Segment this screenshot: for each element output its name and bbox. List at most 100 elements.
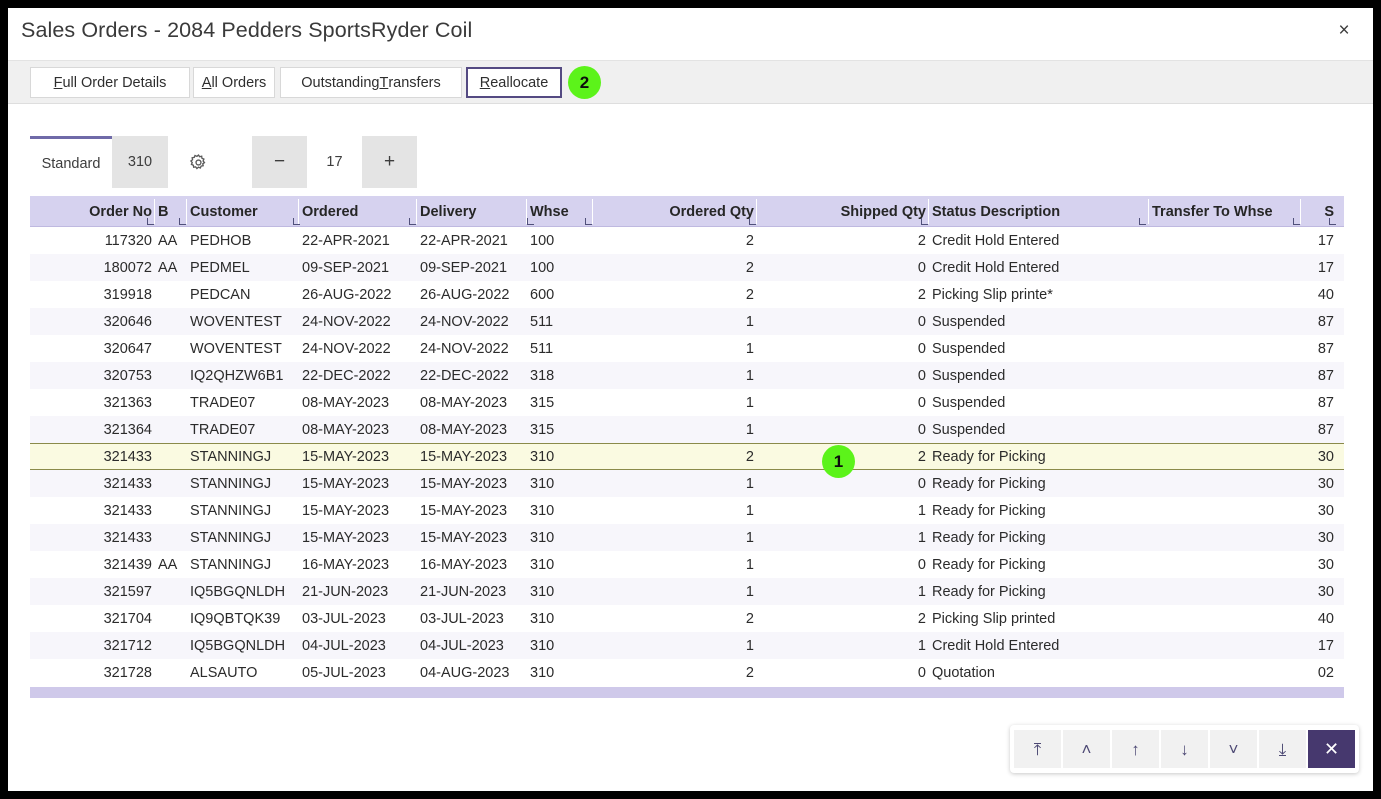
column-divider[interactable] <box>756 199 757 224</box>
table-row[interactable]: 180072 AA PEDMEL 09-SEP-2021 09-SEP-2021 100 2… <box>30 254 1344 281</box>
cell-status: Ready for Picking <box>932 583 1046 600</box>
column-filter-icon[interactable] <box>409 218 416 225</box>
column-divider[interactable] <box>1300 199 1301 224</box>
column-header-order-no[interactable]: Order No <box>40 196 154 227</box>
cell-ordered-qty: 1 <box>745 394 754 411</box>
selected-row[interactable]: 321433 STANNINGJ 15-MAY-2023 15-MAY-2023 310… <box>30 443 1344 470</box>
table-row[interactable]: 321433 STANNINGJ 15-MAY-2023 15-MAY-2023 310… <box>30 524 1344 551</box>
first-record-button[interactable]: ⤒ <box>1014 730 1061 768</box>
column-filter-icon[interactable] <box>147 218 154 225</box>
tab-accelerator-key: R <box>479 74 491 91</box>
cell-status: Ready for Picking <box>932 502 1046 519</box>
close-panel-button[interactable]: ✕ <box>1308 730 1355 768</box>
table-row[interactable]: 321363 TRADE07 08-MAY-2023 08-MAY-2023 315 1 0… <box>30 389 1344 416</box>
table-row[interactable]: 321728 ALSAUTO 05-JUL-2023 04-AUG-2023 310 2 0… <box>30 659 1344 686</box>
cell-transfer-to <box>1152 470 1298 497</box>
column-filter-icon[interactable] <box>585 218 592 225</box>
column-filter-icon[interactable] <box>921 218 928 225</box>
cell-transfer-to <box>1152 578 1298 605</box>
column-filter-icon[interactable] <box>1293 218 1300 225</box>
tab-full-order-details[interactable]: Full Order Details <box>30 67 190 98</box>
page-down-button[interactable]: ˅ <box>1210 730 1257 768</box>
cell-customer: PEDCAN <box>190 286 251 303</box>
rows-count-input[interactable]: 17 <box>307 136 362 188</box>
grid-body: 117320 AA PEDHOB 22-APR-2021 22-APR-2021 100 2… <box>30 227 1344 686</box>
cell-transfer-to <box>1152 524 1298 551</box>
cell-whse: 310 <box>530 529 555 546</box>
column-header-b[interactable]: B <box>158 196 186 227</box>
last-record-icon: ⤓ <box>1278 739 1287 759</box>
cell-whse: 511 <box>530 340 554 357</box>
column-header-ordered-qty[interactable]: Ordered Qty <box>596 196 756 227</box>
sales-orders-grid: Order No B Customer Ordered Delivery Whse Orde… <box>30 196 1344 686</box>
table-row[interactable]: 319918 PEDCAN 26-AUG-2022 26-AUG-2022 600 2 2 P… <box>30 281 1344 308</box>
cell-shipped-qty: 0 <box>917 259 926 276</box>
gear-icon[interactable] <box>168 136 228 188</box>
column-filter-icon[interactable] <box>1139 218 1146 225</box>
column-divider[interactable] <box>928 199 929 224</box>
table-row[interactable]: 321364 TRADE07 08-MAY-2023 08-MAY-2023 315 1 0… <box>30 416 1344 443</box>
tab-outstanding-transfers[interactable]: Outstanding Transfers <box>280 67 462 98</box>
column-filter-icon[interactable] <box>1329 218 1336 225</box>
tab-standard-view[interactable]: Standard <box>30 136 112 188</box>
cell-status: Quotation <box>932 664 995 681</box>
cell-b: AA <box>158 232 178 249</box>
column-divider[interactable] <box>416 199 417 224</box>
table-row[interactable]: 320753 IQ2QHZW6B1 22-DEC-2022 22-DEC-2022 31… <box>30 362 1344 389</box>
column-header-whse[interactable]: Whse <box>530 196 592 227</box>
increase-rows-button[interactable]: + <box>362 136 417 188</box>
table-row[interactable]: 321433 STANNINGJ 15-MAY-2023 15-MAY-2023 310… <box>30 470 1344 497</box>
column-header-s[interactable]: S <box>1304 196 1336 227</box>
cell-customer: STANNINGJ <box>190 475 272 492</box>
cell-ordered-qty: 1 <box>745 583 754 600</box>
tab-reallocate[interactable]: Reallocate <box>466 67 562 98</box>
cell-delivery: 16-MAY-2023 <box>420 556 508 573</box>
table-row[interactable]: 321597 IQ5BGQNLDH 21-JUN-2023 21-JUN-2023 31… <box>30 578 1344 605</box>
decrease-rows-button[interactable]: − <box>252 136 307 188</box>
tab-all-orders[interactable]: All Orders <box>193 67 275 98</box>
previous-record-button[interactable]: ↑ <box>1112 730 1159 768</box>
cell-delivery: 08-MAY-2023 <box>420 394 508 411</box>
column-divider[interactable] <box>154 199 155 224</box>
column-header-delivery[interactable]: Delivery <box>420 196 534 227</box>
cell-ordered: 03-JUL-2023 <box>302 610 386 627</box>
column-header-ordered[interactable]: Ordered <box>302 196 416 227</box>
cell-whse: 310 <box>530 502 555 519</box>
cell-b <box>158 281 184 308</box>
column-header-status[interactable]: Status Description <box>932 196 1146 227</box>
table-row[interactable]: 321704 IQ9QBTQK39 03-JUL-2023 03-JUL-2023 31… <box>30 605 1344 632</box>
table-row[interactable]: 320646 WOVENTEST 24-NOV-2022 24-NOV-2022 511… <box>30 308 1344 335</box>
table-row[interactable]: 117320 AA PEDHOB 22-APR-2021 22-APR-2021 100 2… <box>30 227 1344 254</box>
table-row[interactable]: 321712 IQ5BGQNLDH 04-JUL-2023 04-JUL-2023 31… <box>30 632 1344 659</box>
page-up-button[interactable]: ˄ <box>1063 730 1110 768</box>
cell-order-no: 321363 <box>103 394 152 411</box>
column-divider[interactable] <box>526 199 527 224</box>
cell-transfer-to <box>1152 362 1298 389</box>
column-header-customer[interactable]: Customer <box>190 196 300 227</box>
column-divider[interactable] <box>592 199 593 224</box>
cell-transfer-to <box>1152 281 1298 308</box>
table-row[interactable]: 320647 WOVENTEST 24-NOV-2022 24-NOV-2022 511… <box>30 335 1344 362</box>
last-record-button[interactable]: ⤓ <box>1259 730 1306 768</box>
cell-ordered: 15-MAY-2023 <box>302 475 390 492</box>
close-icon[interactable]: × <box>1329 16 1359 44</box>
cell-whse: 310 <box>530 475 555 492</box>
cell-s: 30 <box>1317 529 1334 546</box>
warehouse-filter-button[interactable]: 310 <box>112 136 168 188</box>
table-row[interactable]: 321433 STANNINGJ 15-MAY-2023 15-MAY-2023 310… <box>30 497 1344 524</box>
cell-ordered-qty: 1 <box>745 502 754 519</box>
column-header-label: Transfer To Whse <box>1152 203 1273 220</box>
column-filter-icon[interactable] <box>179 218 186 225</box>
horizontal-scrollbar[interactable] <box>30 687 1344 698</box>
cell-status: Suspended <box>932 394 1006 411</box>
column-header-label: Status Description <box>932 203 1061 220</box>
column-divider[interactable] <box>1148 199 1149 224</box>
page-title: Sales Orders - 2084 Pedders SportsRyder … <box>21 18 473 42</box>
column-header-shipped-qty[interactable]: Shipped Qty <box>760 196 928 227</box>
next-record-button[interactable]: ↓ <box>1161 730 1208 768</box>
table-row[interactable]: 321439 AA STANNINGJ 16-MAY-2023 16-MAY-2023 3… <box>30 551 1344 578</box>
column-header-transfer-to[interactable]: Transfer To Whse <box>1152 196 1300 227</box>
column-divider[interactable] <box>186 199 187 224</box>
column-filter-icon[interactable] <box>749 218 756 225</box>
column-divider[interactable] <box>298 199 299 224</box>
